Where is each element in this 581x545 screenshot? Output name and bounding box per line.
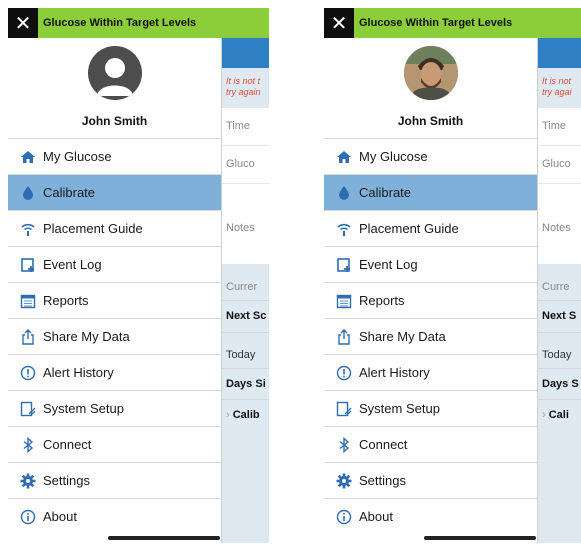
menu-list: My Glucose Calibrate Placement Guide Eve… <box>324 138 537 534</box>
menu-item-system-setup[interactable]: System Setup <box>8 390 221 426</box>
today-label: Today <box>226 349 256 361</box>
phone-left: ✕ Glucose Within Target Levels It is not… <box>8 8 269 543</box>
profile-photo-icon <box>404 46 458 100</box>
share-icon <box>17 328 39 346</box>
app-header <box>221 38 269 68</box>
gear-icon <box>333 472 355 490</box>
time-field[interactable]: Time <box>226 120 250 132</box>
event-add-icon <box>17 256 39 274</box>
navigation-drawer: John Smith My Glucose Calibrate Placemen… <box>8 38 222 543</box>
glucose-field[interactable]: Gluco <box>226 158 255 170</box>
glucose-field[interactable]: Gluco <box>542 158 571 170</box>
status-text: Glucose Within Target Levels <box>359 17 513 29</box>
alert-icon <box>17 364 39 382</box>
menu-item-settings[interactable]: Settings <box>324 462 537 498</box>
bluetooth-icon <box>17 436 39 454</box>
current-label: Curre <box>542 281 570 293</box>
status-text: Glucose Within Target Levels <box>43 17 197 29</box>
time-field[interactable]: Time <box>542 120 566 132</box>
menu-item-about[interactable]: About <box>324 498 537 534</box>
home-icon <box>333 148 355 166</box>
profile-section: John Smith <box>324 38 537 138</box>
calibration-link-label: Calib <box>232 409 260 421</box>
notes-field[interactable]: Notes <box>226 222 255 234</box>
menu-item-about[interactable]: About <box>8 498 221 534</box>
signal-icon <box>333 220 355 238</box>
calendar-icon <box>333 292 355 310</box>
days-since-label: Days S <box>542 378 579 390</box>
menu-item-calibrate[interactable]: Calibrate <box>8 174 221 210</box>
menu-item-event-log[interactable]: Event Log <box>324 246 537 282</box>
profile-section: John Smith <box>8 38 221 138</box>
status-bar: ✕ Glucose Within Target Levels <box>324 8 581 38</box>
next-scheduled-label: Next S <box>542 310 577 322</box>
app-header <box>537 38 581 68</box>
menu-item-connect[interactable]: Connect <box>324 426 537 462</box>
chevron-right-icon: › <box>542 409 546 421</box>
menu-item-my-glucose[interactable]: My Glucose <box>324 138 537 174</box>
share-icon <box>333 328 355 346</box>
calendar-icon <box>17 292 39 310</box>
menu-item-placement-guide[interactable]: Placement Guide <box>324 210 537 246</box>
user-name: John Smith <box>397 114 464 128</box>
current-label: Currer <box>226 281 258 293</box>
avatar[interactable] <box>88 46 142 100</box>
menu-item-settings[interactable]: Settings <box>8 462 221 498</box>
setup-icon <box>333 400 355 418</box>
notes-field[interactable]: Notes <box>542 222 571 234</box>
user-name: John Smith <box>81 114 148 128</box>
user-silhouette-icon <box>97 58 133 96</box>
menu-item-connect[interactable]: Connect <box>8 426 221 462</box>
menu-item-alert-history[interactable]: Alert History <box>324 354 537 390</box>
menu-item-placement-guide[interactable]: Placement Guide <box>8 210 221 246</box>
menu-item-system-setup[interactable]: System Setup <box>324 390 537 426</box>
menu-item-alert-history[interactable]: Alert History <box>8 354 221 390</box>
drop-icon <box>333 184 355 202</box>
error-line-1: It is not <box>542 76 572 86</box>
background-app-panel: It is not try agai Time Gluco Notes Curr… <box>537 38 581 543</box>
calibration-link[interactable]: › Calib <box>226 409 260 421</box>
bluetooth-icon <box>333 436 355 454</box>
menu-list: My Glucose Calibrate Placement Guide Eve… <box>8 138 221 534</box>
chevron-right-icon: › <box>226 409 230 421</box>
menu-item-calibrate[interactable]: Calibrate <box>324 174 537 210</box>
home-indicator <box>424 536 536 540</box>
close-icon[interactable]: ✕ <box>324 8 354 38</box>
calibration-link-label: Cali <box>548 409 569 421</box>
close-icon[interactable]: ✕ <box>8 8 38 38</box>
info-icon <box>17 508 39 526</box>
next-scheduled-label: Next Sc <box>226 310 267 322</box>
home-icon <box>17 148 39 166</box>
menu-item-my-glucose[interactable]: My Glucose <box>8 138 221 174</box>
signal-icon <box>17 220 39 238</box>
navigation-drawer: John Smith My Glucose Calibrate Placemen… <box>324 38 538 543</box>
home-indicator <box>108 536 220 540</box>
today-label: Today <box>542 349 572 361</box>
menu-item-reports[interactable]: Reports <box>8 282 221 318</box>
phone-right: ✕ Glucose Within Target Levels It is not… <box>324 8 581 543</box>
days-since-label: Days Si <box>226 378 266 390</box>
drop-icon <box>17 184 39 202</box>
info-icon <box>333 508 355 526</box>
error-line-2: try again <box>226 87 261 97</box>
status-bar: ✕ Glucose Within Target Levels <box>8 8 269 38</box>
avatar[interactable] <box>404 46 458 100</box>
menu-item-share-my-data[interactable]: Share My Data <box>324 318 537 354</box>
setup-icon <box>17 400 39 418</box>
alert-icon <box>333 364 355 382</box>
menu-item-event-log[interactable]: Event Log <box>8 246 221 282</box>
menu-item-reports[interactable]: Reports <box>324 282 537 318</box>
background-app-panel: It is not t try again Time Gluco Notes C… <box>221 38 269 543</box>
calibration-link[interactable]: › Cali <box>542 409 569 421</box>
menu-item-share-my-data[interactable]: Share My Data <box>8 318 221 354</box>
event-add-icon <box>333 256 355 274</box>
error-line-1: It is not t <box>226 76 261 86</box>
gear-icon <box>17 472 39 490</box>
error-line-2: try agai <box>542 87 572 97</box>
